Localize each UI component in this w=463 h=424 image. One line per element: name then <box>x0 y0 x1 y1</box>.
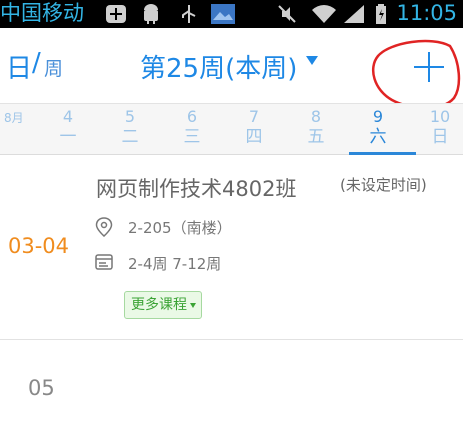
divider <box>0 339 463 340</box>
signal-icon <box>344 5 364 23</box>
weekday-label: 五 <box>307 127 325 147</box>
battery-icon <box>376 4 386 24</box>
add-course-button[interactable] <box>412 50 446 84</box>
toolbar: 日 / 周 第25周(本周) <box>0 28 463 103</box>
clock: 11:05 <box>396 1 457 25</box>
selected-day-indicator <box>349 152 416 155</box>
usb-icon <box>182 5 196 23</box>
weekday-label: 一 <box>59 127 77 147</box>
image-icon <box>211 4 235 24</box>
chevron-down-icon[interactable] <box>306 56 318 65</box>
view-toggle-separator: / <box>32 48 41 78</box>
day-column[interactable]: 7 四 <box>234 108 274 148</box>
view-toggle-week[interactable]: 周 <box>44 54 63 81</box>
location-pin-icon <box>95 217 113 237</box>
course-title[interactable]: 网页制作技术4802班 <box>96 173 296 203</box>
notification-icon <box>106 5 126 23</box>
android-icon <box>144 4 158 24</box>
weekday-label: 日 <box>431 127 449 147</box>
course-location: 2-205（南楼） <box>128 219 232 237</box>
week-selector[interactable]: 第25周(本周) <box>140 48 297 85</box>
status-bar: 中国移动 11:05 <box>0 0 463 28</box>
weekday-label: 四 <box>245 127 263 147</box>
mute-icon <box>278 5 296 23</box>
day-number: 10 <box>429 107 451 126</box>
day-number: 6 <box>186 107 198 126</box>
day-column[interactable]: 8 五 <box>296 108 336 148</box>
week-days-strip: 8月 4 一 5 二 6 三 7 四 8 五 9 六 10 日 <box>0 103 463 155</box>
weekday-label: 六 <box>369 127 387 147</box>
day-number: 7 <box>248 107 260 126</box>
day-number: 4 <box>62 107 74 126</box>
carrier-label: 中国移动 <box>0 1 84 25</box>
time-slot-label: 05 <box>28 376 55 400</box>
day-column[interactable]: 5 二 <box>110 108 150 148</box>
course-time-note: (未设定时间) <box>340 176 427 194</box>
caret-down-icon <box>190 302 196 308</box>
calendar-icon <box>95 254 113 270</box>
day-column-selected[interactable]: 9 六 <box>358 108 398 148</box>
day-number: 5 <box>124 107 136 126</box>
wifi-icon <box>312 5 336 23</box>
weekday-label: 二 <box>121 127 139 147</box>
view-toggle-day[interactable]: 日 <box>6 48 32 85</box>
day-number: 9 <box>372 107 384 126</box>
day-number: 8 <box>310 107 322 126</box>
month-label: 8月 <box>4 111 24 125</box>
course-weeks: 2-4周 7-12周 <box>128 255 222 273</box>
day-column[interactable]: 6 三 <box>172 108 212 148</box>
day-column[interactable]: 4 一 <box>48 108 88 148</box>
weekday-label: 三 <box>183 127 201 147</box>
more-courses-label: 更多课程 <box>131 297 187 313</box>
day-column[interactable]: 10 日 <box>420 108 460 148</box>
time-slot-label: 03-04 <box>8 234 70 258</box>
more-courses-button[interactable]: 更多课程 <box>124 291 202 319</box>
